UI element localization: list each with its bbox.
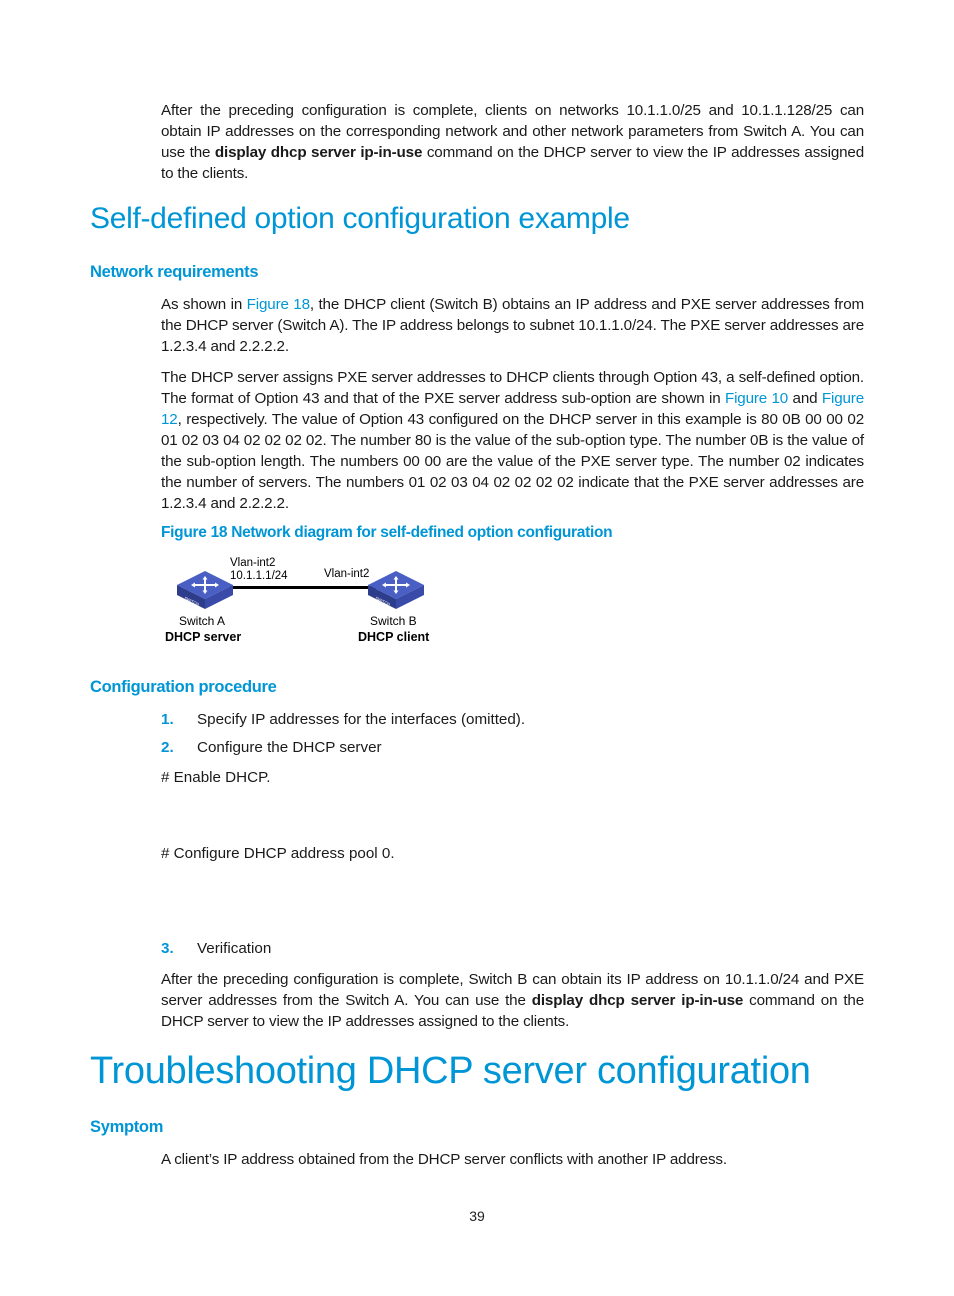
switch-b-icon: SWITCH xyxy=(368,571,424,609)
heading-symptom: Symptom xyxy=(90,1118,164,1136)
switch-a-role: DHCP server xyxy=(165,630,242,644)
network-requirements-paragraph-2: The DHCP server assigns PXE server addre… xyxy=(161,369,865,512)
verification-paragraph: After the preceding configuration is com… xyxy=(161,971,864,1030)
section-title-self-defined-option: Self-defined option configuration exampl… xyxy=(90,202,630,235)
switch-a-icon: SWITCH xyxy=(177,571,233,609)
network-requirements-paragraph-1: As shown in Figure 18, the DHCP client (… xyxy=(161,296,864,355)
step-1: 1. Specify IP addresses for the interface… xyxy=(161,711,526,728)
heading-configuration-procedure: Configuration procedure xyxy=(90,678,277,696)
network-diagram: SWITCH SWITCH Vlan-int2 10.1.1.1/24 Vlan… xyxy=(165,555,450,650)
step-3: 3. Verification xyxy=(161,940,272,957)
heading-network-requirements: Network requirements xyxy=(90,263,259,281)
figure-18-link[interactable]: Figure 18 xyxy=(247,296,310,313)
comment-configure-pool: # Configure DHCP address pool 0. xyxy=(161,845,395,862)
comment-enable-dhcp: # Enable DHCP. xyxy=(161,769,271,786)
symptom-paragraph: A client’s IP address obtained from the … xyxy=(161,1151,727,1168)
switch-b-interface-label: Vlan-int2 xyxy=(324,568,370,580)
network-link-line xyxy=(230,586,378,589)
command-text: display dhcp server ip-in-use xyxy=(531,992,744,1009)
figure-caption: Figure 18 Network diagram for self-defin… xyxy=(161,524,613,541)
switch-b-name: Switch B xyxy=(370,614,417,628)
switch-a-name: Switch A xyxy=(179,614,226,628)
step-2: 2. Configure the DHCP server xyxy=(161,739,382,756)
intro-paragraph: After the preceding configuration is com… xyxy=(161,102,865,182)
command-text: display dhcp server ip-in-use xyxy=(214,144,423,161)
figure-10-link[interactable]: Figure 10 xyxy=(725,390,788,407)
switch-a-ip-label: 10.1.1.1/24 xyxy=(230,570,288,582)
section-title-troubleshooting: Troubleshooting DHCP server configuratio… xyxy=(90,1050,811,1092)
switch-a-interface-label: Vlan-int2 xyxy=(230,557,276,569)
page-number: 39 xyxy=(469,1208,485,1224)
switch-b-role: DHCP client xyxy=(358,630,430,644)
